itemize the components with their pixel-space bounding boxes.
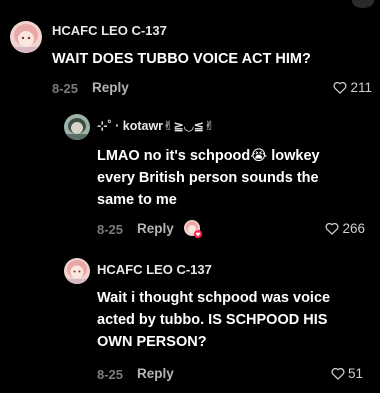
- comment-date: 8-25: [97, 222, 124, 237]
- like-count: 211: [350, 80, 372, 95]
- like-button[interactable]: 211: [333, 80, 372, 95]
- reply-button[interactable]: Reply: [137, 366, 174, 381]
- heart-outline-icon: [325, 222, 339, 235]
- creator-liked-avatar-icon: [183, 219, 203, 239]
- username[interactable]: ⊹˚ · kotawr✌︎≧◡≦✌︎: [97, 118, 215, 133]
- like-count: 51: [347, 366, 363, 381]
- comment-text: LMAO no it's schpood😭 lowkey every Briti…: [97, 148, 320, 208]
- more-icon[interactable]: [352, 0, 374, 8]
- heart-outline-icon: [331, 367, 345, 380]
- avatar[interactable]: [64, 114, 90, 140]
- avatar[interactable]: [64, 258, 90, 284]
- comment-date: 8-25: [97, 367, 124, 382]
- comment-text: Wait i thought schpood was voice acted b…: [97, 290, 331, 350]
- like-count: 266: [342, 221, 365, 236]
- like-button[interactable]: 51: [331, 366, 363, 381]
- reply-button[interactable]: Reply: [92, 80, 129, 95]
- reply-button[interactable]: Reply: [137, 221, 174, 236]
- username[interactable]: HCAFC LEO C-137: [52, 23, 167, 38]
- comment-date: 8-25: [52, 81, 79, 96]
- heart-outline-icon: [333, 81, 347, 94]
- like-button[interactable]: 266: [325, 221, 365, 236]
- username[interactable]: HCAFC LEO C-137: [97, 262, 212, 277]
- comment-text: WAIT DOES TUBBO VOICE ACT HIM?: [52, 51, 311, 67]
- avatar[interactable]: [10, 21, 42, 53]
